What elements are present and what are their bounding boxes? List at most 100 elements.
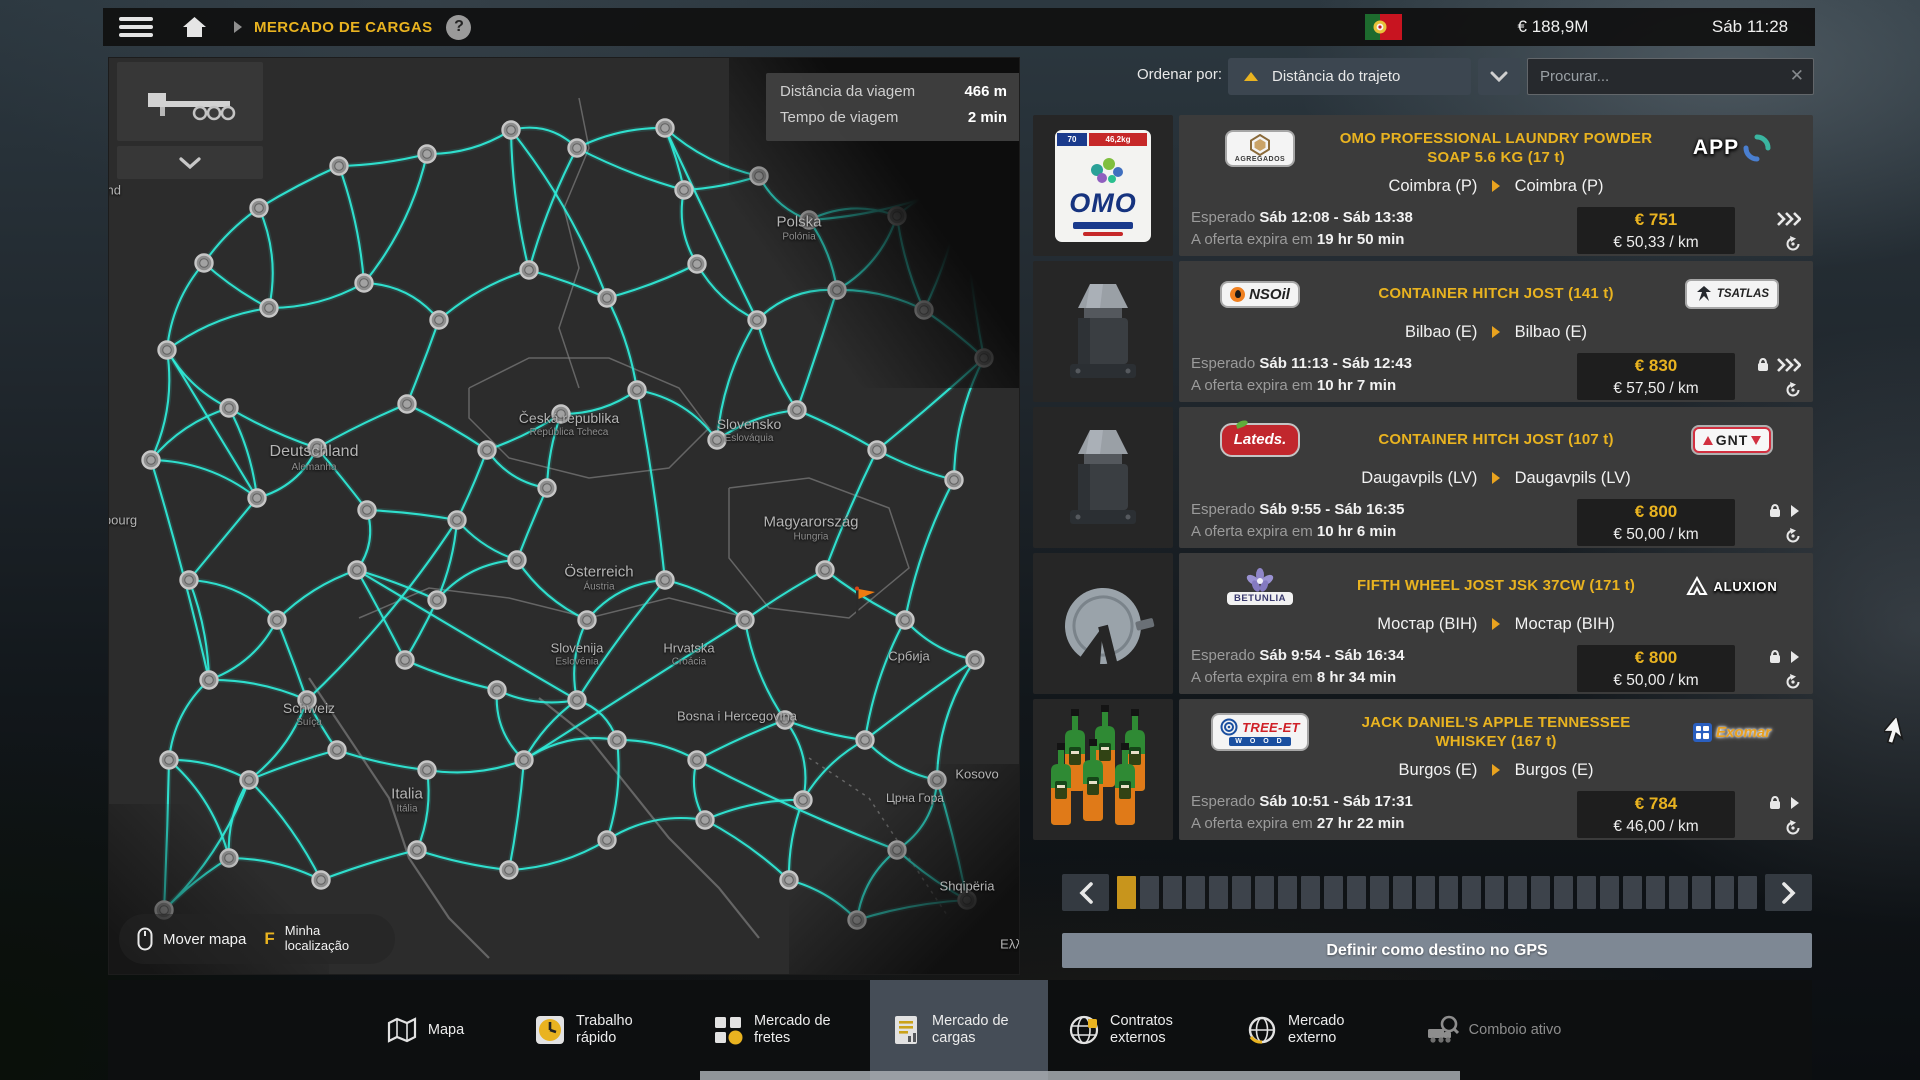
page-square[interactable]	[1393, 876, 1412, 909]
tab-mercado-externo[interactable]: Mercado externo	[1226, 980, 1404, 1080]
flower-icon	[1245, 568, 1275, 592]
page-square[interactable]	[1738, 876, 1757, 909]
job-title: CONTAINER HITCH JOST (141 t)	[1329, 284, 1663, 304]
trip-time-value: 2 min	[968, 109, 1007, 131]
expected-value: Sáb 9:54 - Sáb 16:34	[1259, 647, 1404, 664]
trip-time-label: Tempo de viagem	[780, 109, 898, 131]
world-map[interactable]: PolskaPolóniaDeutschlandAlemanhaČeská re…	[108, 57, 1020, 975]
page-square[interactable]	[1186, 876, 1205, 909]
page-square[interactable]	[1416, 876, 1435, 909]
expires-label: A oferta expira em	[1191, 377, 1313, 394]
heavy-cargo-icon	[1767, 503, 1783, 519]
page-square-active[interactable]	[1117, 876, 1136, 909]
job-row[interactable]: 70 46,2kg OMO AGREGADOS	[1033, 115, 1813, 256]
search-input[interactable]	[1528, 59, 1813, 94]
page-square[interactable]	[1715, 876, 1734, 909]
job-badges	[1743, 354, 1801, 404]
sort-selected-value: Distância do trajeto	[1272, 68, 1400, 85]
page-square[interactable]	[1278, 876, 1297, 909]
tab-label: Comboio ativo	[1469, 1022, 1562, 1039]
trailer-expand-button[interactable]	[117, 146, 263, 179]
home-button[interactable]	[181, 15, 208, 39]
external-contracts-icon	[1068, 1014, 1100, 1046]
job-badges	[1743, 792, 1801, 842]
job-rate-per-km: € 46,00 / km	[1577, 817, 1735, 837]
tab-trabalho-rapido[interactable]: Trabalho rápido	[514, 980, 692, 1080]
page-square[interactable]	[1301, 876, 1320, 909]
page-square[interactable]	[1508, 876, 1527, 909]
freight-market-icon	[712, 1014, 744, 1046]
page-square[interactable]	[1255, 876, 1274, 909]
page-indicator-strip	[1117, 874, 1757, 911]
job-route: Coimbra (P) Coimbra (P)	[1191, 177, 1801, 201]
page-square[interactable]	[1163, 876, 1182, 909]
page-square[interactable]	[1462, 876, 1481, 909]
recipient-logo: ALUXION	[1686, 576, 1777, 596]
job-row[interactable]: BETUNLIA FIFTH WHEEL JOST JSK 37CW (171 …	[1033, 553, 1813, 694]
expected-value: Sáb 12:08 - Sáb 13:38	[1259, 209, 1412, 226]
trailer-selector-button[interactable]	[117, 62, 263, 141]
player-balance: € 188,9M	[1483, 8, 1623, 46]
standard-delivery-icon	[1789, 795, 1801, 811]
page-square[interactable]	[1347, 876, 1366, 909]
sort-dropdown[interactable]: Distância do trajeto	[1228, 58, 1471, 95]
sender-logo: NSOil	[1222, 283, 1298, 306]
page-square[interactable]	[1577, 876, 1596, 909]
tab-comboio-ativo[interactable]: Comboio ativo	[1404, 980, 1582, 1080]
mouse-icon	[137, 927, 153, 951]
job-row[interactable]: TREE-ET W O O D JACK DANIEL'S APPLE TENN…	[1033, 699, 1813, 840]
page-square[interactable]	[1692, 876, 1711, 909]
sender-logo: TREE-ET W O O D	[1213, 715, 1307, 749]
page-square[interactable]	[1485, 876, 1504, 909]
scene-road-strip	[700, 1071, 1460, 1080]
set-gps-destination-button[interactable]: Definir como destino no GPS	[1062, 933, 1812, 968]
page-square[interactable]	[1600, 876, 1619, 909]
job-row[interactable]: NSOil CONTAINER HITCH JOST (141 t) TSATL…	[1033, 261, 1813, 402]
expires-value: 10 hr 7 min	[1317, 377, 1396, 394]
tab-mapa[interactable]: Mapa	[336, 980, 514, 1080]
help-button[interactable]: ?	[446, 15, 471, 40]
tab-mercado-de-fretes[interactable]: Mercado de fretes	[692, 980, 870, 1080]
home-icon	[181, 15, 208, 39]
page-square[interactable]	[1324, 876, 1343, 909]
job-title: OMO PROFESSIONAL LAUNDRY POWDER SOAP 5.6…	[1329, 129, 1663, 168]
page-square[interactable]	[1370, 876, 1389, 909]
page-square[interactable]	[1140, 876, 1159, 909]
game-clock: Sáb 11:28	[1675, 8, 1825, 46]
page-square[interactable]	[1623, 876, 1642, 909]
sort-dropdown-button[interactable]	[1478, 58, 1520, 95]
page-square[interactable]	[1232, 876, 1251, 909]
cargo-image-container-hitch	[1033, 407, 1173, 548]
job-row[interactable]: Lateds. CONTAINER HITCH JOST (107 t) GNT…	[1033, 407, 1813, 548]
recipient-logo: APP	[1693, 134, 1771, 162]
cargo-image-container-hitch	[1033, 261, 1173, 402]
tab-label: Mercado de cargas	[932, 1013, 1028, 1046]
trip-info-box: Distância da viagem 466 m Tempo de viage…	[766, 73, 1020, 141]
page-square[interactable]	[1646, 876, 1665, 909]
tab-mercado-de-cargas[interactable]: Mercado de cargas	[870, 980, 1048, 1080]
price-box: € 800 € 50,00 / km	[1577, 645, 1735, 692]
job-route: Bilbao (E) Bilbao (E)	[1191, 323, 1801, 347]
page-square[interactable]	[1669, 876, 1688, 909]
page-square[interactable]	[1531, 876, 1550, 909]
convoy-icon	[1425, 1014, 1459, 1046]
tab-label: Trabalho rápido	[576, 1013, 672, 1046]
expected-value: Sáb 11:13 - Sáb 12:43	[1259, 355, 1412, 372]
soap-count-tag: 70	[1057, 133, 1087, 146]
return-job-icon	[1785, 382, 1801, 398]
page-square[interactable]	[1209, 876, 1228, 909]
heavy-cargo-icon	[1755, 357, 1771, 373]
job-price: € 830	[1577, 353, 1735, 379]
search-clear-icon[interactable]: ✕	[1790, 66, 1804, 86]
return-job-icon	[1785, 236, 1801, 252]
menu-icon[interactable]	[119, 13, 153, 41]
heavy-cargo-icon	[1767, 795, 1783, 811]
tab-contratos-externos[interactable]: Contratos externos	[1048, 980, 1226, 1080]
expires-value: 27 hr 22 min	[1317, 815, 1405, 832]
recipient-logo: GNT	[1693, 427, 1772, 453]
next-page-button[interactable]	[1765, 874, 1812, 911]
page-square[interactable]	[1439, 876, 1458, 909]
spiral-icon	[1220, 718, 1238, 736]
prev-page-button[interactable]	[1062, 874, 1109, 911]
page-square[interactable]	[1554, 876, 1573, 909]
